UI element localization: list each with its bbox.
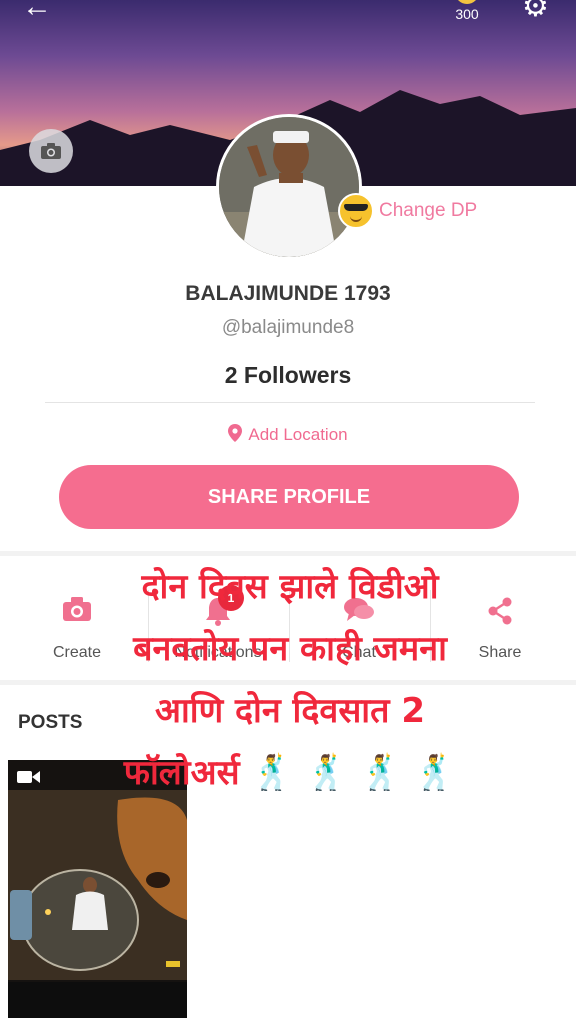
followers-count[interactable]: 2 Followers	[0, 362, 576, 389]
coin-count: 300	[455, 6, 479, 22]
change-dp-button[interactable]: Change DP	[338, 193, 477, 229]
add-location-label: Add Location	[248, 425, 348, 444]
profile-avatar[interactable]	[216, 114, 362, 260]
change-dp-label: Change DP	[379, 200, 478, 221]
caption-line: दोन दिवस झाले विडीओ	[141, 567, 439, 607]
caption-line: आणि दोन दिवसात 2	[155, 691, 425, 731]
caption-line: बनवतोय पन काही जमना	[133, 629, 447, 669]
coin-counter[interactable]: 300	[452, 0, 482, 22]
overlay-caption: दोन दिवस झाले विडीओ बनवतोय पन काही जमना …	[20, 556, 560, 804]
divider	[45, 402, 535, 403]
coin-icon	[455, 0, 479, 4]
location-pin-icon	[228, 424, 243, 442]
display-name: BALAJIMUNDE 1793	[185, 282, 391, 305]
change-cover-button[interactable]	[29, 129, 73, 173]
back-arrow-icon[interactable]: ←	[22, 0, 52, 22]
sunglasses-emoji-icon	[338, 193, 374, 229]
add-location-button[interactable]: Add Location	[0, 424, 576, 445]
settings-gear-icon[interactable]: ⚙	[522, 0, 549, 22]
username-handle: @balajimunde8	[221, 317, 355, 338]
share-profile-button[interactable]: SHARE PROFILE	[59, 465, 519, 529]
avatar-photo	[219, 117, 359, 257]
caption-line: फॉलोअर्स 🕺 🕺 🕺 🕺	[123, 753, 457, 793]
camera-icon	[41, 143, 61, 159]
